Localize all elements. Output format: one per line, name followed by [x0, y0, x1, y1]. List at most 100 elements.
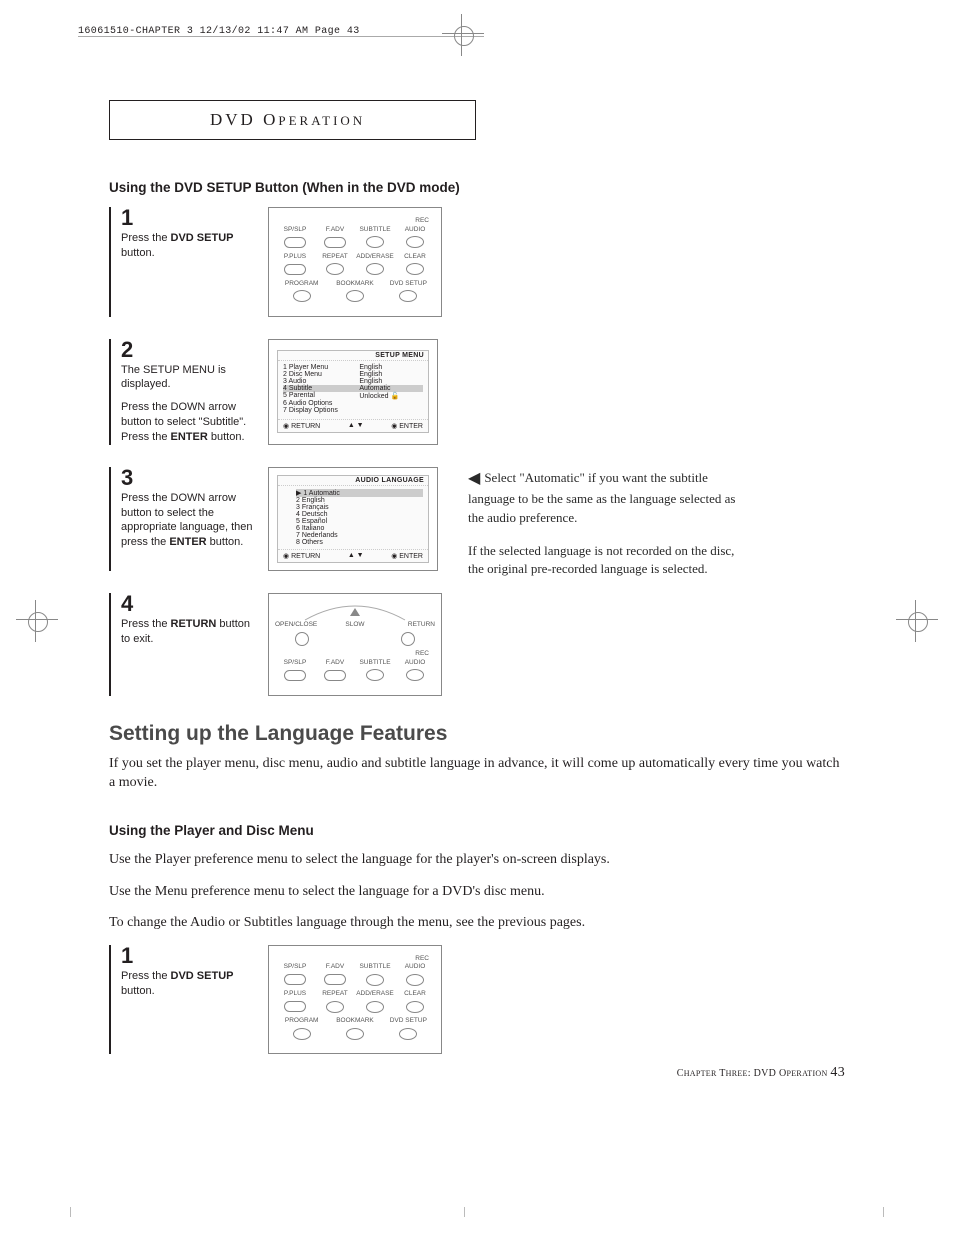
page-footer: CHAPTER THREE: DVD OPERATION 43 — [677, 1065, 845, 1081]
step-b1-num: 1 — [121, 945, 256, 967]
audio-menu-row: 7 Nederlands — [296, 532, 423, 539]
h2-language-features: Setting up the Language Features — [109, 722, 845, 746]
setup-enter: ENTER — [399, 423, 423, 430]
crop-tick — [464, 1207, 465, 1217]
registration-mark-right — [896, 600, 938, 642]
step-3-bold: ENTER — [169, 536, 206, 548]
step-2-bold: ENTER — [171, 431, 208, 443]
step-1-t1: Press the — [121, 232, 171, 244]
btn-dvdsetup: DVD SETUP — [382, 281, 435, 288]
footer-b: HAPTER — [684, 1069, 717, 1078]
b-dvdsetup: DVD SETUP — [382, 1018, 435, 1025]
footer-f: PERATION — [787, 1069, 828, 1078]
remote-rec: REC — [415, 218, 435, 225]
audio-menu-row: 3 Français — [296, 504, 423, 511]
body-4: To change the Audio or Subtitles languag… — [109, 913, 845, 933]
registration-mark-left — [16, 600, 58, 642]
step-3-text: 3 Press the DOWN arrow button to select … — [121, 467, 256, 572]
btn-fadv: F.ADV — [315, 227, 355, 234]
audio-menu-row: 8 Others — [296, 539, 423, 546]
b-adderase: ADD/ERASE — [355, 991, 395, 998]
audio-menu-row: 4 Deutsch — [296, 511, 423, 518]
pointer-icon: ◀ — [468, 470, 480, 487]
step-4-t1: Press the — [121, 618, 171, 630]
step-4-num: 4 — [121, 593, 256, 615]
footer-c: T — [717, 1068, 726, 1079]
audio-menu-row: 6 Italiano — [296, 525, 423, 532]
step-4: 4 Press the RETURN button to exit. OPEN/… — [109, 593, 845, 696]
btn-openclose: OPEN/CLOSE — [275, 622, 328, 629]
setup-menu-row: 4 SubtitleAutomatic — [283, 385, 423, 392]
body-3: Use the Menu preference menu to select t… — [109, 882, 845, 902]
aside-p1: Select "Automatic" if you want the subti… — [468, 470, 735, 525]
setup-menu-row: 6 Audio Options — [283, 400, 423, 407]
footer-d: HREE — [726, 1069, 748, 1078]
b-clear: CLEAR — [395, 991, 435, 998]
setup-return: RETURN — [291, 423, 320, 430]
step-4-text: 4 Press the RETURN button to exit. — [121, 593, 256, 696]
b-bookmark: BOOKMARK — [328, 1018, 381, 1025]
btn2-spslp: SP/SLP — [275, 660, 315, 667]
btn-subtitle: SUBTITLE — [355, 227, 395, 234]
page-number: 43 — [830, 1065, 845, 1080]
header-rule — [78, 36, 484, 37]
remote-rec-b: REC — [415, 956, 435, 963]
step-2-figure: SETUP MENU 1 Player MenuEnglish2 Disc Me… — [268, 339, 438, 445]
step-1-t2: button. — [121, 247, 155, 259]
setup-menu-row: 7 Display Options — [283, 407, 423, 414]
b-audio: AUDIO — [395, 964, 435, 971]
step-2-t3: button. — [208, 431, 245, 443]
step-2-t1: The SETUP MENU is displayed. — [121, 363, 256, 393]
btn-slow: SLOW — [328, 622, 381, 629]
setup-menu-row: 1 Player MenuEnglish — [283, 364, 423, 371]
aside-p2: If the selected language is not recorded… — [468, 542, 748, 580]
btn-repeat: REPEAT — [315, 254, 355, 261]
registration-mark-top — [442, 14, 484, 56]
crop-tick — [883, 1207, 884, 1217]
audio-enter: ENTER — [399, 553, 423, 560]
section-title-box: DVD OPERATION — [109, 100, 476, 140]
step-3-num: 3 — [121, 467, 256, 489]
step-1: 1 Press the DVD SETUP button. REC SP/SLP… — [109, 207, 845, 317]
b-fadv: F.ADV — [315, 964, 355, 971]
step-2-num: 2 — [121, 339, 256, 361]
btn2-audio: AUDIO — [395, 660, 435, 667]
b-spslp: SP/SLP — [275, 964, 315, 971]
btn2-subtitle: SUBTITLE — [355, 660, 395, 667]
audio-menu-screen: AUDIO LANGUAGE ▶ 1 Automatic 2 English 3… — [277, 475, 429, 563]
step-b1-text: 1 Press the DVD SETUP button. — [121, 945, 256, 1055]
setup-menu-screen: SETUP MENU 1 Player MenuEnglish2 Disc Me… — [277, 350, 429, 433]
b-program: PROGRAM — [275, 1018, 328, 1025]
b-pplus: P.PLUS — [275, 991, 315, 998]
step-b1-t2: button. — [121, 985, 155, 997]
btn-program: PROGRAM — [275, 281, 328, 288]
audio-menu-row: ▶ 1 Automatic — [296, 489, 423, 497]
audio-menu-title: AUDIO LANGUAGE — [278, 476, 428, 486]
audio-menu-row: 2 English — [296, 497, 423, 504]
page-content: DVD OPERATION Using the DVD SETUP Button… — [109, 100, 845, 1076]
step-2: 2 The SETUP MENU is displayed. Press the… — [109, 339, 845, 445]
step-b1-figure: REC SP/SLP F.ADV SUBTITLE AUDIO P.PLUS R… — [268, 945, 442, 1055]
step-4-bold: RETURN — [171, 618, 217, 630]
audio-return: RETURN — [291, 553, 320, 560]
setup-menu-row: 5 ParentalUnlocked 🔓 — [283, 392, 423, 400]
step-2-text: 2 The SETUP MENU is displayed. Press the… — [121, 339, 256, 445]
audio-arrows: ▲ ▼ — [348, 552, 364, 560]
footer-e: : DVD O — [748, 1068, 787, 1079]
btn-bookmark: BOOKMARK — [328, 281, 381, 288]
btn-clear: CLEAR — [395, 254, 435, 261]
btn-audio: AUDIO — [395, 227, 435, 234]
body-2: Use the Player preference menu to select… — [109, 850, 845, 870]
step-1-num: 1 — [121, 207, 256, 229]
body-1: If you set the player menu, disc menu, a… — [109, 754, 845, 793]
btn-rec2: REC — [415, 651, 435, 658]
b-repeat: REPEAT — [315, 991, 355, 998]
section-title-a: DVD O — [210, 110, 278, 129]
setup-menu-title: SETUP MENU — [278, 351, 428, 361]
aside-note: ◀Select "Automatic" if you want the subt… — [468, 467, 748, 594]
crop-tick — [70, 1207, 71, 1217]
btn-return: RETURN — [382, 622, 435, 629]
step-b1-bold: DVD SETUP — [171, 970, 234, 982]
step-3-figure: AUDIO LANGUAGE ▶ 1 Automatic 2 English 3… — [268, 467, 438, 572]
subhead-player-disc: Using the Player and Disc Menu — [109, 823, 845, 838]
